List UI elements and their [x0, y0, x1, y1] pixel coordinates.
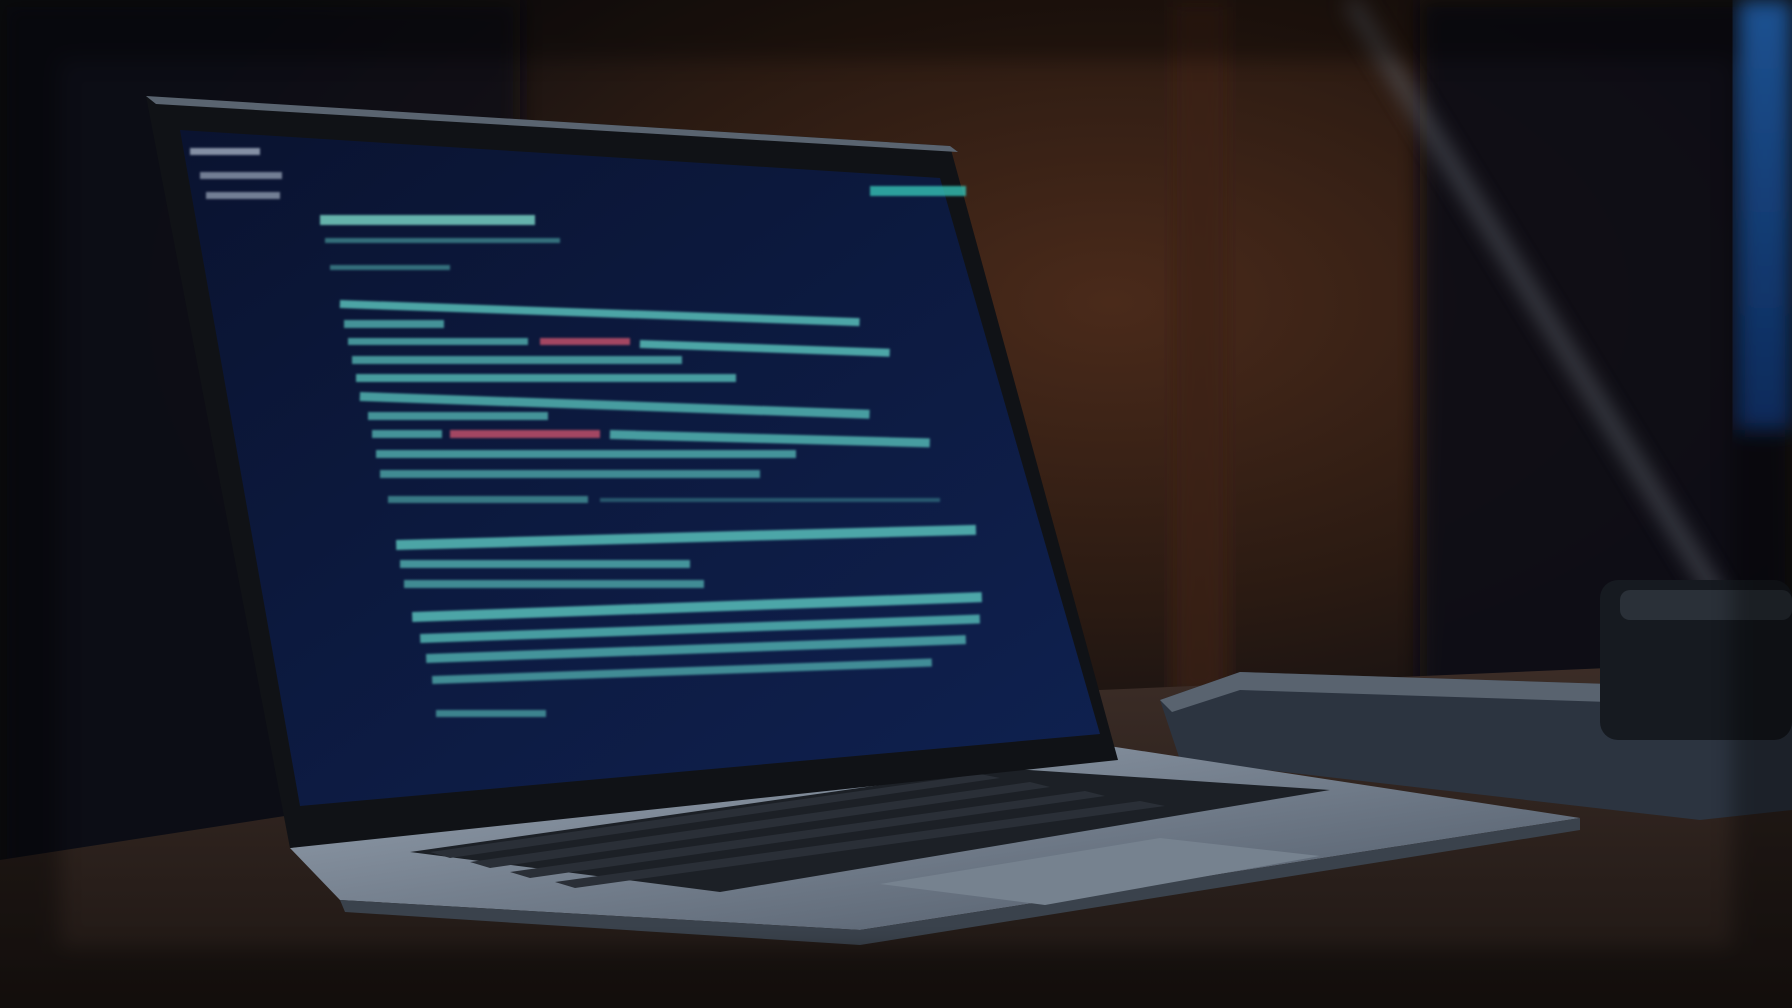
wall-panel-stripe [1170, 0, 1230, 700]
photo-scene [0, 0, 1792, 1008]
scene-illustration [0, 0, 1792, 1008]
